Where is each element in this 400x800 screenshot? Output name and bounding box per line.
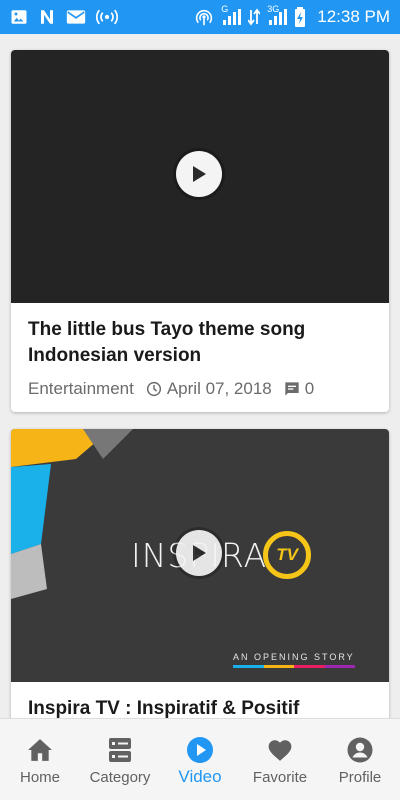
play-button[interactable] [176,151,222,197]
data-transfer-icon [248,8,261,26]
heart-icon [267,735,293,765]
play-icon [193,166,206,182]
video-meta: Entertainment April 07, 2018 0 [28,379,372,399]
tagline-color-bar [233,665,355,668]
video-card[interactable]: The little bus Tayo theme song Indonesia… [11,50,389,412]
profile-icon [347,735,373,765]
signal-3g-icon: 3G [267,4,288,26]
clock-icon [146,381,162,397]
nav-home[interactable]: Home [0,719,80,800]
comment-icon [284,381,300,397]
n-notification-icon [38,8,56,26]
network-label: 3G [267,4,280,14]
nav-category-label: Category [89,769,151,786]
play-button[interactable] [176,530,222,576]
play-circle-icon [186,735,214,765]
video-thumbnail[interactable] [11,50,389,303]
mail-icon [66,9,86,25]
broadcast-icon [96,8,118,26]
nav-video-label: Video [178,767,222,786]
bottom-navigation: Home Category Video Favorite Profile [0,718,400,800]
signal-icon: G [221,4,242,26]
sim-label: G [221,4,229,14]
thumbnail-tagline: AN OPENING STORY [233,652,355,662]
home-icon [27,735,53,765]
nav-profile-label: Profile [338,769,382,786]
nav-home-label: Home [19,769,60,786]
tv-logo: TV [263,531,312,579]
comment-count: 0 [304,379,315,398]
battery-charging-icon [294,7,306,27]
video-category[interactable]: Entertainment [28,379,134,399]
nav-favorite[interactable]: Favorite [240,719,320,800]
hotspot-icon [194,8,214,26]
video-title[interactable]: Inspira TV : Inspiratif & Positif [28,696,372,718]
clock: 12:38 PM [317,7,390,26]
play-icon [193,545,206,561]
video-feed[interactable]: The little bus Tayo theme song Indonesia… [0,34,400,718]
status-bar: G 3G 12:38 PM [0,0,400,34]
category-icon [108,735,132,765]
image-notification-icon [10,8,28,26]
nav-profile[interactable]: Profile [320,719,400,800]
video-title[interactable]: The little bus Tayo theme song Indonesia… [28,317,372,369]
nav-favorite-label: Favorite [252,769,308,786]
nav-category[interactable]: Category [80,719,160,800]
video-date: April 07, 2018 [166,379,272,398]
video-thumbnail[interactable]: INSPIRA TV AN OPENING STORY [11,429,389,682]
video-card[interactable]: INSPIRA TV AN OPENING STORY Inspira TV :… [11,429,389,718]
nav-video[interactable]: Video [160,719,240,800]
